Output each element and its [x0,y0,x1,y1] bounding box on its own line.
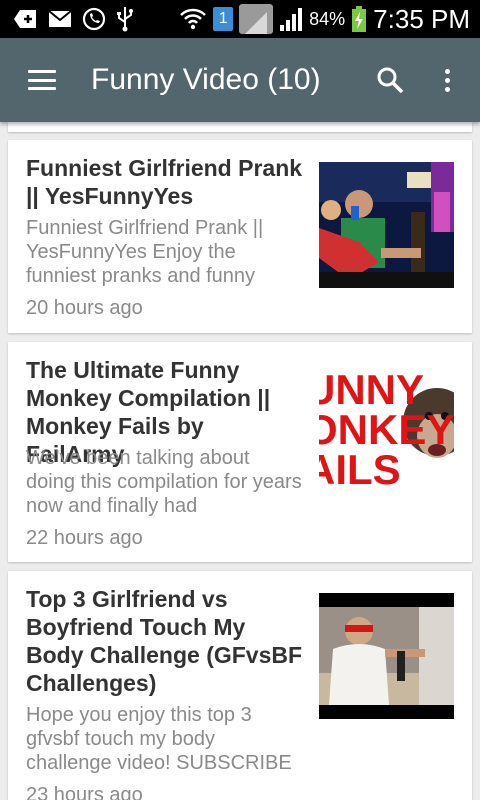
video-card[interactable]: Top 3 Girlfriend vs Boyfriend Touch My B… [8,571,472,800]
page-title: Funny Video (10) [91,63,321,96]
app-bar: Funny Video (10) [0,38,480,122]
video-description: We've been talking about doing this comp… [26,447,302,517]
signal-icon [279,7,303,31]
video-thumbnail[interactable]: UNNY ONKEY AILS [319,364,454,490]
video-card[interactable]: Funniest Girlfriend Prank || YesFunnyYes… [8,140,472,333]
whatsapp-icon [82,7,106,31]
video-description: Funniest Girlfriend Prank || YesFunnyYes… [26,217,264,287]
video-list[interactable]: Funniest Girlfriend Prank || YesFunnyYes… [0,122,480,800]
video-title: Top 3 Girlfriend vs Boyfriend Touch My B… [26,586,303,696]
video-thumbnail[interactable] [319,593,454,719]
battery-charging-icon [351,6,367,32]
thumb-text-line3: AILS [319,446,401,490]
video-time: 23 hours ago [26,784,143,800]
wifi-icon [179,7,207,31]
more-options-icon[interactable] [442,68,452,92]
video-card[interactable]: The Ultimate Funny Monkey Compilation ||… [8,342,472,562]
clock: 7:35 PM [373,3,470,34]
list-item-partial[interactable] [8,122,472,132]
menu-icon[interactable] [28,70,56,90]
video-time: 20 hours ago [26,297,143,319]
add-notification-icon [14,8,38,30]
video-time: 22 hours ago [26,527,143,549]
status-bar: 1 84% 7:35 PM [0,0,480,38]
battery-percent: 84% [309,8,346,29]
video-description: Hope you enjoy this top 3 gfvsbf touch m… [26,704,292,774]
search-icon[interactable] [376,66,404,94]
video-thumbnail[interactable] [319,162,454,288]
sim-badge: 1 [213,7,234,31]
signal-sim1-icon [239,4,274,34]
video-title: Funniest Girlfriend Prank || YesFunnyYes [26,155,303,209]
usb-icon [116,6,134,32]
email-icon [48,10,72,28]
